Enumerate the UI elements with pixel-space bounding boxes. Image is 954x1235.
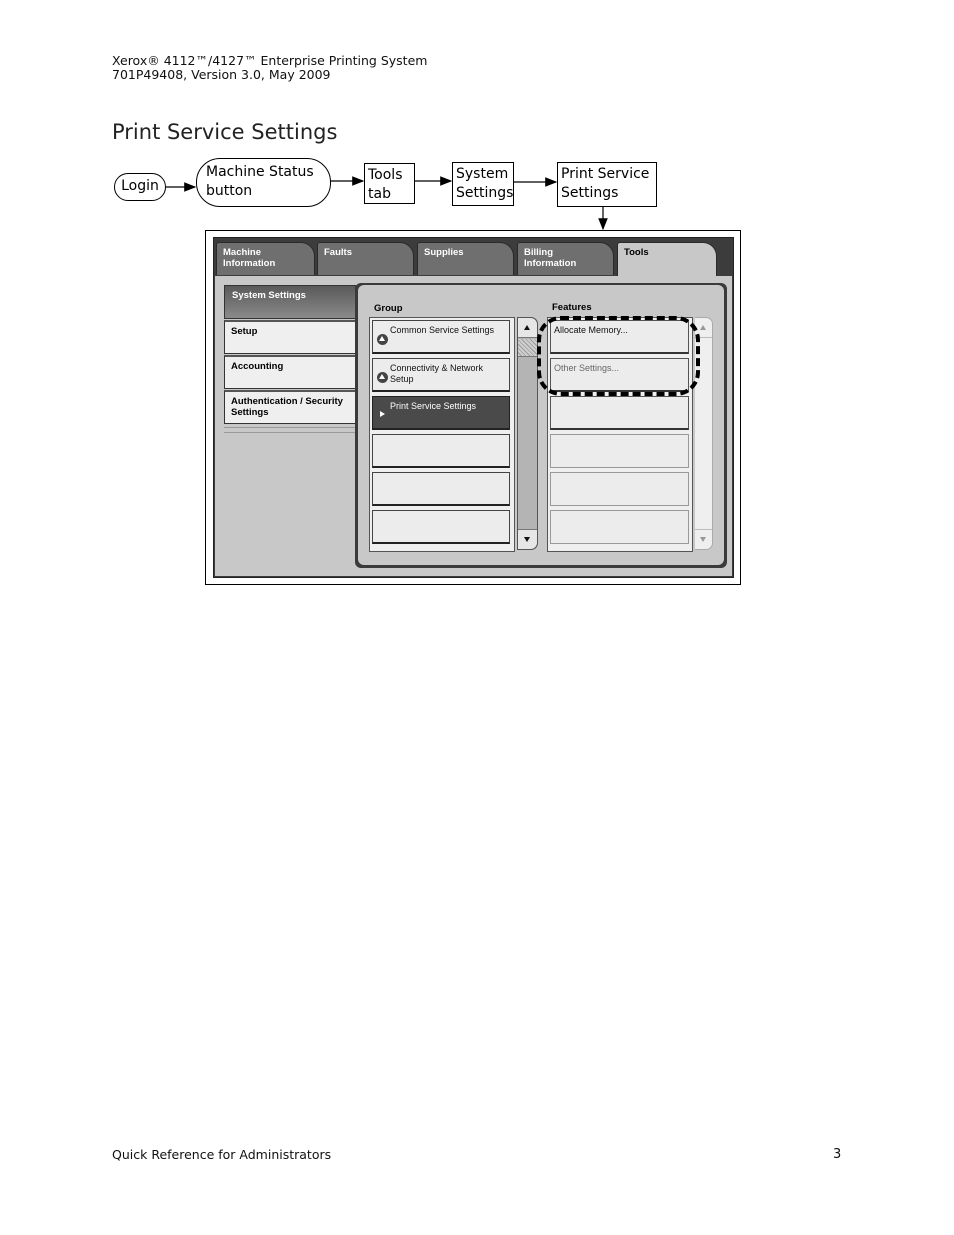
feature-item-empty[interactable] [550, 434, 689, 468]
group-item-empty[interactable] [372, 510, 510, 544]
flow-step-system-settings: System Settings [452, 162, 514, 206]
features-column-label: Features [552, 302, 592, 313]
flow-step-print-service: Print Service Settings [557, 162, 657, 207]
sidebar-item-accounting[interactable]: Accounting [224, 355, 356, 389]
flow-step-machine-status: Machine Status button [196, 158, 331, 207]
doc-header-version: 701P49408, Version 3.0, May 2009 [112, 67, 331, 82]
settings-panel-inner: Group Features Common Service Settings C… [358, 285, 724, 565]
group-column-label: Group [374, 303, 403, 314]
scroll-up-arrow-icon[interactable] [518, 318, 537, 338]
sidebar-item-setup[interactable]: Setup [224, 320, 356, 354]
group-item-label: Connectivity & Network Setup [390, 363, 484, 384]
group-item-common-service-settings[interactable]: Common Service Settings [372, 320, 510, 354]
settings-panel: Group Features Common Service Settings C… [355, 283, 727, 568]
footer-doc-title: Quick Reference for Administrators [112, 1147, 332, 1162]
sidebar-divider [224, 427, 356, 433]
tab-supplies[interactable]: Supplies [417, 242, 514, 275]
group-item-empty[interactable] [372, 472, 510, 506]
feature-item-empty[interactable] [550, 472, 689, 506]
tab-tools[interactable]: Tools [617, 242, 717, 278]
group-scrollbar[interactable] [517, 317, 538, 550]
play-arrow-icon [380, 411, 385, 417]
group-item-empty[interactable] [372, 434, 510, 468]
flow-step-tools-tab: Tools tab [364, 163, 415, 204]
group-item-connectivity-network-setup[interactable]: Connectivity & Network Setup [372, 358, 510, 392]
page-number: 3 [833, 1147, 842, 1162]
expand-up-icon [377, 372, 388, 383]
feature-item-empty[interactable] [550, 396, 689, 430]
ui-screenshot-frame: Machine Information Faults Supplies Bill… [205, 230, 741, 585]
features-list: Allocate Memory... Other Settings... [547, 317, 693, 552]
scroll-thumb[interactable] [518, 339, 537, 357]
feature-item-empty[interactable] [550, 510, 689, 544]
sidebar-header-system-settings[interactable]: System Settings [224, 285, 356, 319]
group-item-label: Print Service Settings [390, 401, 477, 411]
tools-screen: Machine Information Faults Supplies Bill… [213, 237, 734, 578]
tab-faults[interactable]: Faults [317, 242, 414, 275]
doc-header-title: Xerox® 4112™/4127™ Enterprise Printing S… [112, 53, 428, 68]
features-scrollbar[interactable] [695, 317, 713, 550]
scroll-up-arrow-icon[interactable] [695, 318, 712, 338]
flow-step-login: Login [114, 173, 166, 201]
sidebar: System Settings Setup Accounting Authent… [224, 285, 356, 433]
group-item-print-service-settings[interactable]: Print Service Settings [372, 396, 510, 430]
section-title: Print Service Settings [112, 120, 338, 144]
scroll-down-arrow-icon[interactable] [695, 529, 712, 549]
group-list: Common Service Settings Connectivity & N… [369, 317, 515, 552]
tab-machine-information[interactable]: Machine Information [216, 242, 315, 275]
sidebar-item-authentication-security[interactable]: Authentication / Security Settings [224, 390, 356, 424]
tools-body: System Settings Setup Accounting Authent… [215, 276, 732, 576]
expand-up-icon [377, 334, 388, 345]
tab-billing-information[interactable]: Billing Information [517, 242, 614, 275]
group-item-label: Common Service Settings [390, 325, 495, 335]
feature-other-settings[interactable]: Other Settings... [550, 358, 689, 392]
scroll-down-arrow-icon[interactable] [518, 529, 537, 549]
feature-allocate-memory[interactable]: Allocate Memory... [550, 320, 689, 354]
